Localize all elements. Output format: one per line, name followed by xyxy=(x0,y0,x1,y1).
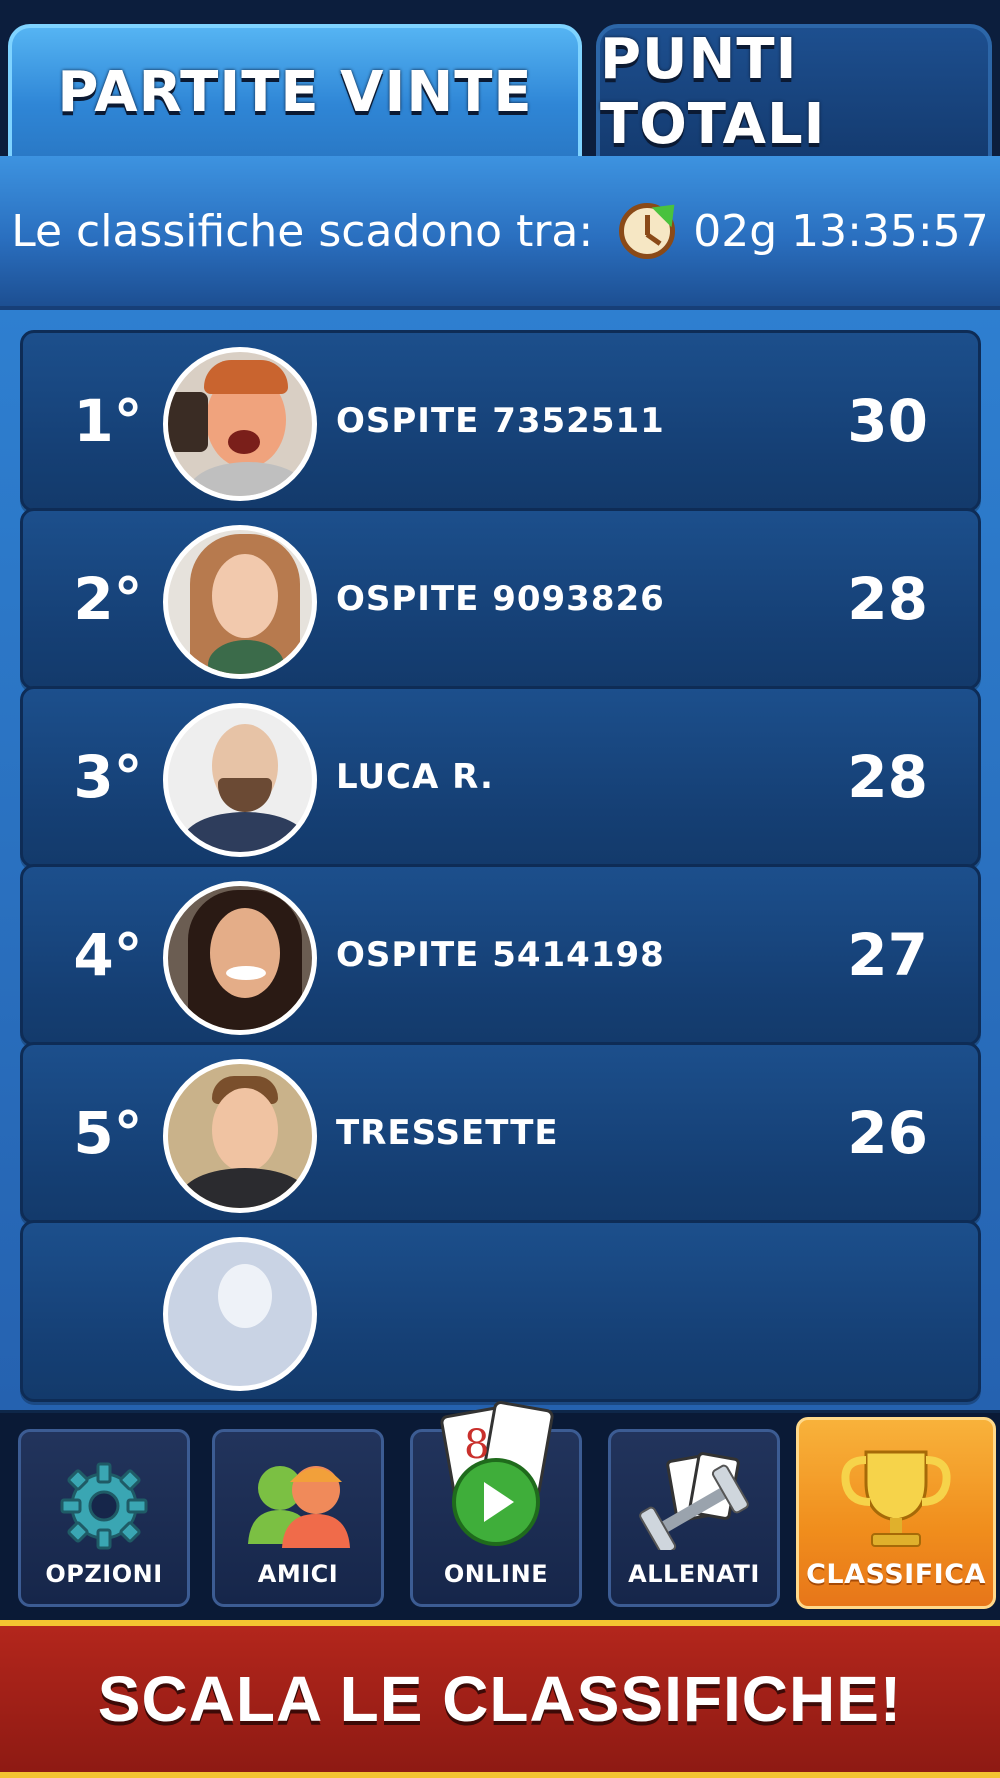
expiry-timer-bar: Le classifiche scadono tra: 02g 13:35:57 xyxy=(0,156,1000,310)
promo-banner-text: SCALA LE CLASSIFICHE! xyxy=(97,1663,903,1735)
player-name: TRESSETTE xyxy=(336,1113,559,1153)
player-score: 28 xyxy=(847,565,928,633)
nav-amici-label: AMICI xyxy=(257,1560,339,1588)
player-score: 27 xyxy=(847,921,928,989)
player-name: OSPITE 5414198 xyxy=(336,935,665,975)
avatar xyxy=(163,1059,317,1213)
leaderboard-row[interactable]: 5° TRESSETTE 26 xyxy=(20,1042,981,1224)
nav-allenati-label: ALLENATI xyxy=(628,1560,760,1588)
rank-label: 1° xyxy=(73,387,143,455)
player-score: 28 xyxy=(847,743,928,811)
avatar xyxy=(163,525,317,679)
leaderboard-list[interactable]: 1° OSPITE 7352511 30 2° OSPITE 9093826 2… xyxy=(0,310,1000,1410)
expiry-label: Le classifiche scadono tra: xyxy=(11,205,594,257)
player-name: OSPITE 7352511 xyxy=(336,401,665,441)
expiry-countdown: 02g 13:35:57 xyxy=(693,205,989,257)
tab-partite-vinte-label: PARTITE VINTE xyxy=(57,59,533,125)
avatar xyxy=(163,703,317,857)
player-score: 30 xyxy=(847,387,928,455)
leaderboard-row[interactable]: 3° LUCA R. 28 xyxy=(20,686,981,868)
cards-play-icon: 8 xyxy=(440,1401,554,1546)
nav-opzioni-button[interactable]: OPZIONI xyxy=(18,1429,190,1607)
tab-punti-totali[interactable]: PUNTI TOTALI xyxy=(596,24,992,157)
avatar xyxy=(163,881,317,1035)
avatar xyxy=(163,347,317,501)
avatar-placeholder xyxy=(163,1237,317,1391)
rank-label: 4° xyxy=(73,921,143,989)
leaderboard-row[interactable]: 1° OSPITE 7352511 30 xyxy=(20,330,981,512)
leaderboard-row[interactable]: 4° OSPITE 5414198 27 xyxy=(20,864,981,1046)
gear-icon xyxy=(60,1462,148,1550)
nav-classifica-button[interactable]: CLASSIFICA xyxy=(796,1417,996,1609)
leaderboard-tabs: PARTITE VINTE PUNTI TOTALI xyxy=(0,0,1000,157)
player-score: 26 xyxy=(847,1099,928,1167)
nav-allenati-button[interactable]: ALLENATI xyxy=(608,1429,780,1607)
rank-label: 2° xyxy=(73,565,143,633)
leaderboard-row[interactable]: 2° OSPITE 9093826 28 xyxy=(20,508,981,690)
promo-banner: SCALA LE CLASSIFICHE! xyxy=(0,1620,1000,1778)
nav-amici-button[interactable]: AMICI xyxy=(212,1429,384,1607)
bottom-nav: OPZIONI AMICI 8 ONLINE ALLENATI CLASSIFI… xyxy=(0,1401,1000,1620)
rank-label: 3° xyxy=(73,743,143,811)
trophy-icon xyxy=(841,1450,951,1547)
nav-online-button[interactable]: 8 ONLINE xyxy=(410,1401,582,1607)
friends-icon xyxy=(248,1466,350,1548)
rank-label: 5° xyxy=(73,1099,143,1167)
tab-partite-vinte[interactable]: PARTITE VINTE xyxy=(8,24,582,156)
tab-punti-totali-label: PUNTI TOTALI xyxy=(600,27,826,157)
dumbbell-cards-icon xyxy=(639,1452,749,1550)
player-name: LUCA R. xyxy=(336,757,494,797)
nav-classifica-label: CLASSIFICA xyxy=(806,1559,986,1590)
clock-refresh-icon xyxy=(619,194,685,259)
nav-opzioni-label: OPZIONI xyxy=(45,1560,163,1588)
rank-label xyxy=(53,1223,163,1399)
nav-online-label: ONLINE xyxy=(443,1560,549,1588)
leaderboard-row[interactable] xyxy=(20,1220,981,1402)
player-name: OSPITE 9093826 xyxy=(336,579,665,619)
